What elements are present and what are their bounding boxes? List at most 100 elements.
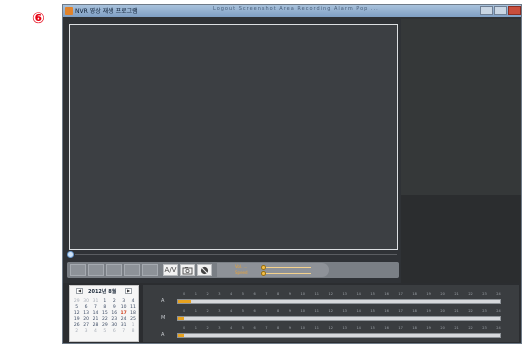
export-icon: A/V <box>164 266 177 274</box>
timeline: A 0 1 2 3 4 5 6 7 8 9 10 11 12 13 14 15 16 17 18 19 20 21 22 23 2… <box>143 285 519 342</box>
recorded-segment[interactable] <box>178 300 191 303</box>
timeline-hour-tick: 13 <box>342 326 347 330</box>
timeline-track[interactable] <box>177 299 501 304</box>
timeline-hour-tick: 13 <box>342 292 347 296</box>
timeline-hour-tick: 6 <box>253 292 256 296</box>
timeline-hour-tick: 1 <box>194 292 197 296</box>
timeline-hour-tick: 14 <box>356 326 361 330</box>
calendar-day[interactable]: 3 <box>81 329 90 335</box>
timeline-hour-tick: 12 <box>328 309 333 313</box>
timeline-hour-tick: 9 <box>288 309 291 313</box>
next-button[interactable] <box>142 264 158 276</box>
timeline-hour-tick: 21 <box>454 326 459 330</box>
block-button[interactable] <box>197 264 212 276</box>
calendar-week-row: 2345678 <box>72 329 138 335</box>
timeline-hour-tick: 5 <box>241 309 244 313</box>
maximize-icon[interactable] <box>494 6 507 15</box>
close-icon[interactable] <box>508 6 521 15</box>
timeline-hour-tick: 20 <box>440 326 445 330</box>
seek-track[interactable] <box>75 254 397 255</box>
timeline-hour-scale: 0 1 2 3 4 5 6 7 8 9 10 11 12 13 14 15 16 17 18 19 20 21 22 23 24 <box>183 326 501 330</box>
stop-button[interactable] <box>124 264 140 276</box>
timeline-hour-tick: 15 <box>370 292 375 296</box>
timeline-row-label: A <box>161 332 165 338</box>
calendar-day[interactable]: 8 <box>128 329 137 335</box>
play-button[interactable] <box>88 264 104 276</box>
right-panel <box>401 19 521 195</box>
timeline-hour-tick: 5 <box>241 326 244 330</box>
timeline-hour-tick: 10 <box>300 292 305 296</box>
recorded-segment[interactable] <box>178 317 185 320</box>
timeline-hour-tick: 23 <box>482 326 487 330</box>
timeline-hour-tick: 21 <box>454 309 459 313</box>
timeline-hour-tick: 11 <box>314 292 319 296</box>
timeline-hour-tick: 16 <box>384 309 389 313</box>
timeline-hour-tick: 15 <box>370 309 375 313</box>
export-button[interactable]: A/V <box>163 264 178 276</box>
calendar-day[interactable]: 6 <box>110 329 119 335</box>
chevron-right-icon[interactable]: ▶ <box>125 288 132 294</box>
no-entry-icon <box>200 266 209 275</box>
timeline-hour-tick: 17 <box>398 326 403 330</box>
timeline-hour-tick: 5 <box>241 292 244 296</box>
step-number-badge: ⑥ <box>32 9 45 27</box>
timeline-hour-tick: 7 <box>265 292 268 296</box>
recorded-segment[interactable] <box>178 334 185 337</box>
prev-button[interactable] <box>70 264 86 276</box>
calendar-day[interactable]: 5 <box>100 329 109 335</box>
volume-knob[interactable] <box>261 265 266 270</box>
minimize-icon[interactable] <box>480 6 493 15</box>
timeline-hour-tick: 13 <box>342 309 347 313</box>
timeline-hour-tick: 14 <box>356 292 361 296</box>
speed-slider[interactable] <box>263 273 311 274</box>
timeline-hour-tick: 15 <box>370 326 375 330</box>
timeline-hour-tick: 18 <box>412 326 417 330</box>
calendar-day[interactable]: 2 <box>72 329 81 335</box>
playback-window: NVR 영상 재생 프로그램 Logout Screenshot Area Re… <box>62 4 522 344</box>
timeline-hour-tick: 0 <box>183 292 186 296</box>
video-view[interactable] <box>69 24 398 250</box>
pause-button[interactable] <box>106 264 122 276</box>
timeline-hour-tick: 19 <box>426 326 431 330</box>
timeline-hour-tick: 8 <box>277 309 280 313</box>
timeline-hour-tick: 16 <box>384 326 389 330</box>
volume-slider[interactable] <box>263 267 311 268</box>
timeline-hour-tick: 0 <box>183 326 186 330</box>
timeline-hour-tick: 19 <box>426 292 431 296</box>
timeline-row-label: M <box>161 315 166 321</box>
timeline-hour-tick: 4 <box>230 326 233 330</box>
volume-panel: Vol. ... Speed <box>217 263 329 277</box>
calendar-grid: 29 30 31 1 2 3 4 5 6 7 8 9 10 11 12 13 14 15 16 17 18 19 20 21 2… <box>72 299 138 335</box>
timeline-hour-tick: 8 <box>277 326 280 330</box>
seek-handle[interactable] <box>67 251 74 258</box>
speed-knob[interactable] <box>261 271 266 276</box>
timeline-hour-tick: 16 <box>384 292 389 296</box>
timeline-hour-tick: 17 <box>398 309 403 313</box>
timeline-track[interactable] <box>177 333 501 338</box>
calendar-day[interactable]: 7 <box>119 329 128 335</box>
timeline-track[interactable] <box>177 316 501 321</box>
timeline-hour-tick: 10 <box>300 309 305 313</box>
chevron-left-icon[interactable]: ◀ <box>76 288 83 294</box>
timeline-hour-tick: 24 <box>496 326 501 330</box>
timeline-hour-tick: 21 <box>454 292 459 296</box>
volume-label: Vol. ... <box>235 264 248 269</box>
title-bar[interactable]: NVR 영상 재생 프로그램 Logout Screenshot Area Re… <box>63 5 521 17</box>
timeline-hour-tick: 6 <box>253 326 256 330</box>
snapshot-button[interactable] <box>180 264 195 276</box>
timeline-hour-tick: 2 <box>206 292 209 296</box>
timeline-hour-tick: 9 <box>288 326 291 330</box>
timeline-hour-scale: 0 1 2 3 4 5 6 7 8 9 10 11 12 13 14 15 16 17 18 19 20 21 22 23 24 <box>183 292 501 296</box>
timeline-hour-scale: 0 1 2 3 4 5 6 7 8 9 10 11 12 13 14 15 16 17 18 19 20 21 22 23 24 <box>183 309 501 313</box>
timeline-hour-tick: 3 <box>218 292 221 296</box>
timeline-hour-tick: 20 <box>440 309 445 313</box>
timeline-hour-tick: 4 <box>230 292 233 296</box>
calendar-day[interactable]: 4 <box>91 329 100 335</box>
title-menu-text[interactable]: Logout Screenshot Area Recording Alarm P… <box>213 6 379 12</box>
timeline-hour-tick: 9 <box>288 292 291 296</box>
timeline-hour-tick: 6 <box>253 309 256 313</box>
timeline-row-label: A <box>161 298 165 304</box>
timeline-hour-tick: 12 <box>328 292 333 296</box>
timeline-hour-tick: 7 <box>265 309 268 313</box>
calendar-month-title: 2012년 8월 <box>88 289 117 295</box>
